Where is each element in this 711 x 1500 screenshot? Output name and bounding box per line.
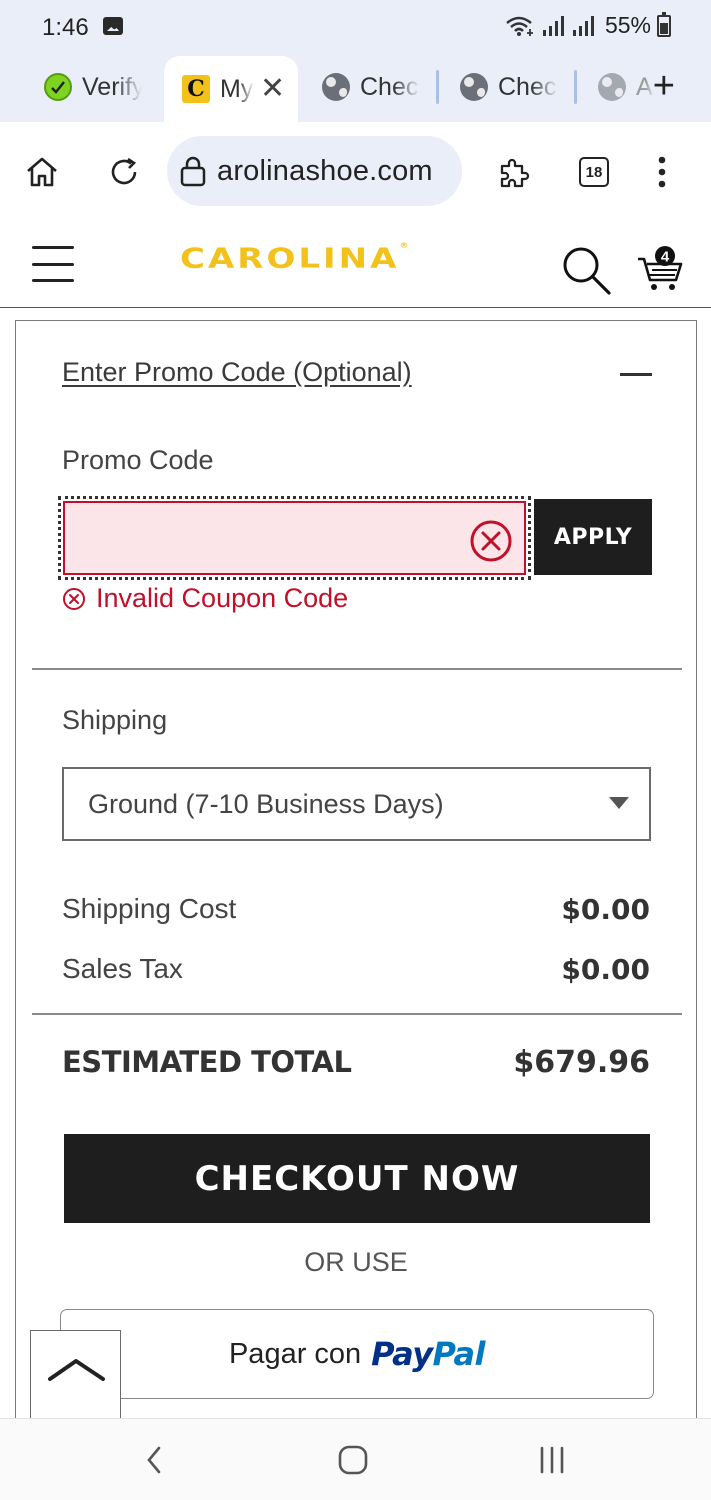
signal-icon-2 — [572, 15, 594, 36]
tab-separator — [436, 70, 439, 104]
home-icon[interactable] — [22, 152, 62, 192]
home-nav-icon[interactable] — [333, 1441, 373, 1479]
error-circle-icon — [63, 587, 85, 610]
promo-code-input[interactable] — [63, 501, 526, 575]
address-bar[interactable]: arolinashoe.com — [167, 136, 462, 206]
checkout-now-button[interactable]: CHECKOUT NOW — [64, 1134, 650, 1223]
verify-favicon — [44, 73, 72, 101]
globe-icon — [598, 73, 626, 101]
reload-icon[interactable] — [104, 152, 144, 192]
tab-title: Verify — [82, 72, 142, 101]
wifi-icon — [506, 16, 533, 36]
section-divider — [32, 1013, 682, 1015]
scroll-to-top-button[interactable] — [30, 1330, 121, 1420]
site-header: CAROLINA® 4 — [0, 222, 711, 308]
minus-icon[interactable] — [620, 373, 652, 376]
promo-code-toggle[interactable]: Enter Promo Code (Optional) — [62, 357, 412, 388]
sales-tax-value: $0.00 — [561, 953, 650, 986]
chevron-up-icon — [48, 1359, 105, 1381]
close-tab-icon[interactable]: ✕ — [260, 74, 285, 104]
status-time: 1:46 — [42, 14, 89, 41]
shipping-method-select[interactable]: Ground (7-10 Business Days) — [62, 767, 651, 841]
globe-icon — [322, 73, 350, 101]
shipping-cost-value: $0.00 — [561, 893, 650, 926]
browser-tab-active[interactable]: C My ✕ — [164, 56, 298, 122]
tab-title: Checl — [360, 72, 420, 101]
browser-tab-5[interactable]: A — [598, 56, 654, 118]
battery-icon — [657, 11, 671, 37]
tab-switcher-button[interactable]: 18 — [574, 152, 614, 192]
browser-tab-strip: Verify C My ✕ Checl Checl A + — [0, 56, 711, 122]
status-bar: 1:46 55% — [0, 0, 711, 56]
tab-count: 18 — [579, 157, 609, 187]
signal-icon — [542, 15, 564, 36]
shipping-cost-label: Shipping Cost — [62, 893, 237, 924]
section-divider — [32, 668, 682, 670]
dropdown-caret-icon — [609, 797, 629, 809]
system-navigation-bar — [0, 1418, 711, 1500]
tab-title: Checl — [498, 72, 558, 101]
back-icon[interactable] — [134, 1441, 174, 1479]
search-icon[interactable] — [560, 244, 612, 296]
apply-button[interactable]: APPLY — [534, 499, 652, 575]
paypal-logo: PayPal — [371, 1335, 486, 1373]
url-text: arolinashoe.com — [217, 154, 433, 187]
browser-tab-verify[interactable]: Verify — [44, 56, 144, 118]
globe-icon — [460, 73, 488, 101]
clear-error-icon[interactable] — [469, 519, 513, 563]
shipping-selected-option: Ground (7-10 Business Days) — [88, 788, 444, 819]
more-menu-icon[interactable] — [642, 152, 682, 192]
battery-percent: 55% — [604, 12, 651, 38]
site-logo[interactable]: CAROLINA® — [180, 242, 408, 275]
promo-code-label: Promo Code — [62, 445, 214, 475]
tab-title: A — [636, 72, 653, 101]
estimated-total-value: $679.96 — [513, 1045, 650, 1080]
or-use-label: OR USE — [304, 1247, 408, 1277]
gallery-notification-icon — [103, 17, 123, 35]
menu-icon[interactable] — [32, 246, 74, 282]
tab-separator — [574, 70, 577, 104]
browser-tab-checkout-2[interactable]: Checl — [460, 56, 560, 118]
status-indicators: 55% — [505, 11, 671, 39]
paypal-button[interactable]: Pagar con PayPal — [60, 1309, 654, 1399]
lock-icon — [180, 156, 206, 187]
paypal-prefix-text: Pagar con — [228, 1337, 362, 1370]
cart-icon: 4 — [638, 246, 683, 290]
new-tab-icon[interactable]: + — [653, 62, 675, 110]
browser-toolbar: arolinashoe.com 18 — [0, 122, 711, 222]
logo-text: CAROLINA — [180, 242, 400, 275]
browser-tab-checkout-1[interactable]: Checl — [322, 56, 422, 118]
logo-registered-mark: ® — [399, 242, 409, 251]
sales-tax-label: Sales Tax — [62, 953, 183, 984]
estimated-total-label: ESTIMATED TOTAL — [62, 1045, 352, 1079]
promo-error-message: Invalid Coupon Code — [62, 583, 348, 614]
shipping-label: Shipping — [62, 705, 168, 735]
carolina-favicon: C — [182, 75, 210, 103]
recent-apps-icon[interactable] — [532, 1441, 572, 1479]
cart-button[interactable]: 4 — [636, 242, 686, 294]
error-text: Invalid Coupon Code — [96, 583, 349, 613]
cart-count: 4 — [661, 249, 670, 266]
extensions-icon[interactable] — [494, 152, 534, 192]
tab-title: My — [220, 74, 254, 103]
order-summary-card: Enter Promo Code (Optional) Promo Code A… — [15, 320, 697, 1420]
